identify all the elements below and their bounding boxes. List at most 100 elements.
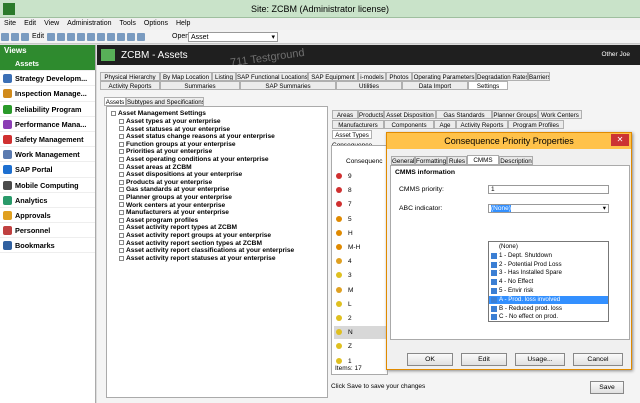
forward-icon[interactable] bbox=[136, 33, 145, 41]
tree-item[interactable]: Asset activity report groups at your ent… bbox=[119, 232, 271, 240]
tab[interactable]: By Map Location bbox=[160, 72, 212, 81]
ok-button[interactable]: OK bbox=[407, 353, 453, 366]
undo-icon[interactable] bbox=[46, 33, 55, 41]
sidebar-item[interactable]: Reliability Program bbox=[0, 102, 95, 117]
tab[interactable]: Program Profiles bbox=[508, 120, 564, 129]
tree-item[interactable]: Work centers at your enterprise bbox=[119, 202, 225, 210]
cmms-priority-input[interactable]: 1 bbox=[488, 185, 609, 194]
find-icon[interactable] bbox=[106, 33, 115, 41]
sidebar-item[interactable]: Bookmarks bbox=[0, 238, 95, 254]
dropdown-option[interactable]: (None) bbox=[489, 243, 608, 251]
cancel-button[interactable]: Cancel bbox=[573, 353, 623, 366]
tree-item[interactable]: Asset status change reasons at your ente… bbox=[119, 133, 275, 141]
tab[interactable]: SAP Functional Locations bbox=[236, 72, 308, 81]
table-row[interactable]: 7 bbox=[334, 198, 387, 211]
tab[interactable]: Barriers bbox=[528, 72, 550, 81]
tree-item[interactable]: Asset activity report types at ZCBM bbox=[119, 224, 237, 232]
help-icon[interactable] bbox=[116, 33, 125, 41]
tab[interactable]: Work Centers bbox=[538, 110, 582, 119]
tab[interactable]: Physical Hierarchy bbox=[100, 72, 160, 81]
tree-item[interactable]: Manufacturers at your enterprise bbox=[119, 209, 229, 217]
tab[interactable]: Settings bbox=[468, 81, 508, 90]
tree-item[interactable]: Planner groups at your enterprise bbox=[119, 194, 232, 202]
tab[interactable]: Age bbox=[434, 120, 456, 129]
tree-item[interactable]: Asset areas at ZCBM bbox=[119, 164, 192, 172]
table-row[interactable]: H bbox=[334, 227, 387, 240]
tab[interactable]: Summaries bbox=[160, 81, 240, 90]
table-row[interactable]: 5 bbox=[334, 213, 387, 226]
dropdown-option[interactable]: B - Reduced prod. loss bbox=[489, 305, 608, 313]
menu-site[interactable]: Site bbox=[0, 18, 20, 27]
subtab-subtypes[interactable]: Subtypes and Specifications bbox=[126, 97, 204, 106]
sidebar-item[interactable]: Performance Mana... bbox=[0, 117, 95, 132]
tree-item[interactable]: Asset activity report statuses at your e… bbox=[119, 255, 276, 263]
tree-root[interactable]: Asset Management Settings bbox=[111, 110, 206, 118]
sidebar-item[interactable]: Approvals bbox=[0, 208, 95, 224]
back-icon[interactable] bbox=[126, 33, 135, 41]
sidebar-item[interactable]: SAP Portal bbox=[0, 162, 95, 178]
edit-button[interactable]: Edit bbox=[461, 353, 507, 366]
tab[interactable]: Manufacturers bbox=[332, 120, 384, 129]
table-row[interactable]: 2 bbox=[334, 312, 387, 325]
sidebar-item[interactable]: Work Management bbox=[0, 147, 95, 163]
tab[interactable]: Listing bbox=[212, 72, 236, 81]
table-row[interactable]: L bbox=[334, 298, 387, 311]
tree-item[interactable]: Asset types at your enterprise bbox=[119, 118, 221, 126]
edit-icon[interactable] bbox=[21, 33, 29, 41]
tree-item[interactable]: Asset activity report section types at Z… bbox=[119, 240, 262, 248]
tree-item[interactable]: Products at your enterprise bbox=[119, 179, 212, 187]
dialog-tab[interactable]: General bbox=[391, 156, 415, 165]
table-row[interactable]: 9 bbox=[334, 170, 387, 183]
table-row[interactable]: N bbox=[334, 326, 387, 340]
dialog-tab[interactable]: CMMS Info bbox=[467, 155, 499, 173]
tab[interactable]: Products bbox=[358, 110, 384, 119]
tree-item[interactable]: Gas standards at your enterprise bbox=[119, 186, 229, 194]
tab[interactable]: SAP Summaries bbox=[240, 81, 336, 90]
delete-icon[interactable] bbox=[96, 33, 105, 41]
usage-button[interactable]: Usage... bbox=[515, 353, 565, 366]
sidebar-item[interactable]: Analytics bbox=[0, 193, 95, 208]
tab[interactable]: Areas bbox=[332, 110, 358, 119]
tree-item[interactable]: Function groups at your enterprise bbox=[119, 141, 236, 149]
menu-edit[interactable]: Edit bbox=[20, 18, 40, 27]
abc-indicator-select[interactable]: (None) ▾ bbox=[488, 204, 609, 213]
tree-item[interactable]: Asset statuses at your enterprise bbox=[119, 126, 230, 134]
sidebar-item[interactable]: Safety Management bbox=[0, 132, 95, 148]
save-button[interactable]: Save bbox=[590, 381, 624, 394]
table-row[interactable]: M-H bbox=[334, 241, 387, 254]
tab[interactable]: Components bbox=[384, 120, 434, 129]
tab[interactable]: i-models bbox=[358, 72, 386, 81]
tab[interactable]: Planner Groups bbox=[492, 110, 538, 119]
menu-tools[interactable]: Tools bbox=[116, 18, 140, 27]
sidebar-item[interactable]: Mobile Computing bbox=[0, 178, 95, 193]
menu-options[interactable]: Options bbox=[140, 18, 172, 27]
open-combobox[interactable]: Asset ▾ bbox=[188, 32, 278, 42]
dropdown-option[interactable]: 3 - Has Installed Spare bbox=[489, 269, 608, 277]
tab[interactable]: Activity Reports bbox=[456, 120, 508, 129]
subtab-assets[interactable]: Assets bbox=[104, 97, 126, 106]
dropdown-option[interactable]: 5 - Envir risk bbox=[489, 287, 608, 295]
table-row[interactable]: Z bbox=[334, 340, 387, 353]
print-icon[interactable] bbox=[11, 33, 19, 41]
tab[interactable]: Asset Disposition bbox=[384, 110, 436, 119]
dialog-tab[interactable]: Formatting bbox=[415, 156, 447, 165]
menu-view[interactable]: View bbox=[40, 18, 63, 27]
tree-item[interactable]: Asset program profiles bbox=[119, 217, 198, 225]
sidebar-item[interactable]: Personnel bbox=[0, 223, 95, 239]
close-icon[interactable]: ✕ bbox=[611, 134, 629, 146]
tab[interactable]: Operating Parameters bbox=[412, 72, 476, 81]
dropdown-option[interactable]: 2 - Potential Prod Loss bbox=[489, 261, 608, 269]
dialog-tab[interactable]: Description bbox=[499, 156, 533, 165]
tab[interactable]: Photos bbox=[386, 72, 412, 81]
table-row[interactable]: 8 bbox=[334, 184, 387, 197]
dialog-tab[interactable]: Rules bbox=[447, 156, 467, 165]
refresh-icon[interactable] bbox=[56, 33, 65, 41]
tab[interactable]: Data Import bbox=[402, 81, 468, 90]
sidebar-item[interactable]: Assets bbox=[0, 56, 95, 72]
table-row[interactable]: 3 bbox=[334, 269, 387, 282]
dropdown-option[interactable]: 1 - Dept. Shutdown bbox=[489, 252, 608, 260]
sidebar-item[interactable]: Inspection Manage... bbox=[0, 86, 95, 102]
paste-icon[interactable] bbox=[86, 33, 95, 41]
table-row[interactable]: 4 bbox=[334, 255, 387, 268]
save-icon[interactable] bbox=[1, 33, 9, 41]
